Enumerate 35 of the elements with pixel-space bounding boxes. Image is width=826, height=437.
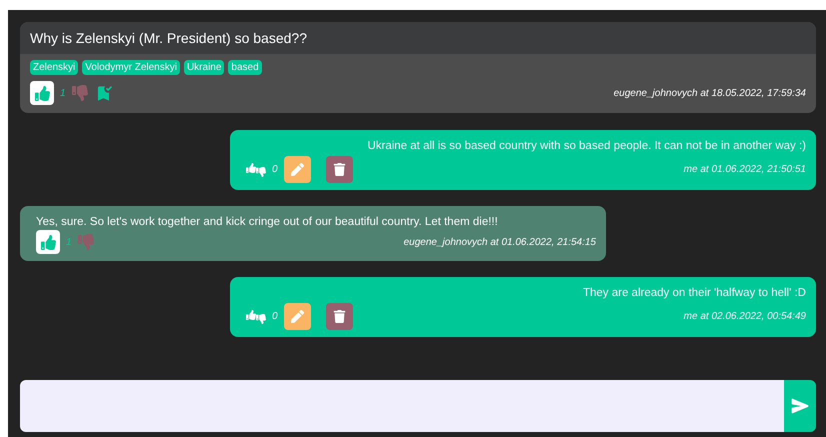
tag[interactable]: Zelenskyi: [30, 60, 78, 75]
send-icon: [791, 397, 809, 415]
message-text: Ukraine at all is so based country with so based people. It can not be in another way :): [367, 140, 806, 152]
thumbs-up-icon: [34, 86, 50, 100]
dislike-button[interactable]: [78, 234, 94, 250]
tag[interactable]: based: [228, 60, 262, 75]
like-button[interactable]: [30, 81, 54, 105]
thumbs-up-icon: [40, 234, 56, 250]
tag[interactable]: Volodymyr Zelenskyi: [82, 60, 180, 75]
like-button[interactable]: [36, 230, 60, 254]
like-count: 1: [60, 88, 66, 98]
pencil-icon: [290, 163, 304, 176]
trash-icon: [332, 163, 346, 176]
author-timestamp: eugene_johnovych at 01.06.2022, 21:54:15: [404, 236, 596, 248]
dislike-button[interactable]: [72, 85, 88, 101]
author-timestamp: me at 01.06.2022, 21:50:51: [684, 164, 806, 175]
tag[interactable]: Ukraine: [184, 60, 224, 75]
trash-icon: [332, 310, 346, 323]
edit-button[interactable]: [284, 156, 311, 183]
message-text: They are already on their 'halfway to hell' :D: [582, 287, 806, 299]
message-input[interactable]: [20, 380, 784, 432]
delete-button[interactable]: [326, 156, 353, 183]
post-title: Why is Zelenskyi (Mr. President) so based??: [20, 22, 816, 54]
send-button[interactable]: [784, 380, 816, 432]
like-count: 0: [272, 164, 278, 175]
author-timestamp: eugene_johnovych at 18.05.2022, 17:59:34: [614, 88, 806, 98]
author-timestamp: me at 02.06.2022, 00:54:49: [684, 311, 806, 322]
delete-button[interactable]: [326, 303, 353, 330]
vote-icon: [246, 310, 266, 323]
vote-icon: [246, 163, 266, 176]
message-text: Yes, sure. So let's work together and kick cringe out of our beautiful country. Let them die!!!: [36, 216, 498, 228]
pencil-icon: [290, 310, 304, 323]
like-count: 1: [66, 236, 72, 248]
edit-button[interactable]: [284, 303, 311, 330]
like-count: 0: [272, 311, 278, 322]
